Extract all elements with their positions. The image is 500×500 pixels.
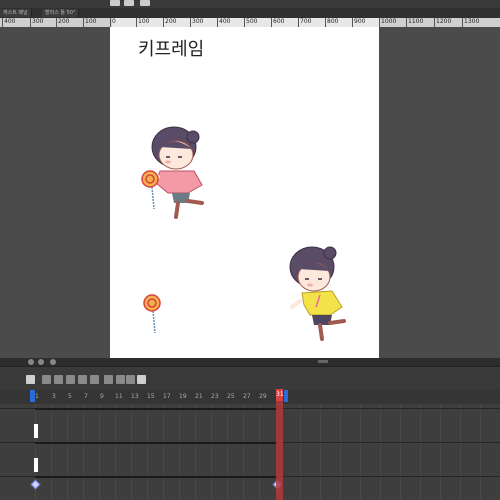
ruler-tick: 100 <box>136 18 150 27</box>
frame-number: 11 <box>115 393 123 400</box>
ruler-tick: 800 <box>325 18 339 27</box>
ruler-tick: 100 <box>83 18 97 27</box>
zoom-in-icon[interactable] <box>38 359 44 365</box>
ruler-tick: 1000 <box>379 18 397 27</box>
interpolation-icon[interactable] <box>116 375 125 384</box>
ruler-tick: 500 <box>244 18 258 27</box>
panel-splitter-handle[interactable] <box>318 360 328 363</box>
character-illustration-1[interactable] <box>148 126 204 219</box>
timeline-frame-header[interactable]: 1 3 5 7 9 11 13 15 17 19 21 23 25 27 29 <box>0 390 500 405</box>
settings-icon[interactable] <box>140 0 150 6</box>
grid-icon[interactable] <box>54 375 63 384</box>
frame-number: 9 <box>100 393 104 400</box>
frame-number: 3 <box>52 393 56 400</box>
frame-view-icon[interactable] <box>42 375 51 384</box>
canvas-status-bar <box>0 358 500 366</box>
frame-number: 23 <box>211 393 219 400</box>
frame-number: 17 <box>163 393 171 400</box>
onion-skin-icon[interactable] <box>66 375 75 384</box>
ruler-tick: 400 <box>217 18 231 27</box>
copy-frame-icon[interactable] <box>90 375 99 384</box>
tab-document[interactable]: 할러스 툴 50° <box>42 9 80 17</box>
character-illustration-2[interactable] <box>289 246 346 341</box>
timeline-tracks[interactable] <box>0 404 500 500</box>
frame-number: 7 <box>84 393 88 400</box>
canvas-artwork <box>141 126 346 341</box>
rotate-icon[interactable] <box>50 359 56 365</box>
track-range <box>35 408 277 410</box>
frame-number: 15 <box>147 393 155 400</box>
ruler-tick: 200 <box>163 18 177 27</box>
lollipop-illustration-2[interactable] <box>143 294 161 334</box>
range-end-marker[interactable] <box>284 390 288 402</box>
ruler-tick: 900 <box>352 18 366 27</box>
keyframe-marker[interactable] <box>34 424 38 438</box>
ruler-tick: 300 <box>30 18 44 27</box>
ruler-tick: 1100 <box>406 18 424 27</box>
keyframe-marker[interactable] <box>34 458 38 472</box>
layer-icon[interactable] <box>78 375 87 384</box>
lollipop-illustration <box>141 170 159 210</box>
zoom-out-icon[interactable] <box>28 359 34 365</box>
ruler-tick: 700 <box>298 18 312 27</box>
ruler-tick: 200 <box>56 18 70 27</box>
playhead[interactable] <box>276 390 283 500</box>
frame-number: 21 <box>195 393 203 400</box>
ruler-tick: 600 <box>271 18 285 27</box>
timeline-toolbar <box>0 366 500 391</box>
frame-number: 25 <box>227 393 235 400</box>
keyframe-edit-icon[interactable] <box>137 375 146 384</box>
app-top-bar <box>0 0 500 8</box>
frame-number: 27 <box>243 393 251 400</box>
menu-icon[interactable] <box>110 0 120 6</box>
keyframe-diamond[interactable] <box>30 479 41 490</box>
timeline-toggle-icon[interactable] <box>26 375 35 384</box>
view-icon[interactable] <box>124 0 134 6</box>
frame-number: 13 <box>131 393 139 400</box>
keyframe-mode-icon[interactable] <box>104 375 113 384</box>
frame-number: 29 <box>259 393 267 400</box>
drawing-canvas[interactable]: 키프레임 <box>110 27 379 358</box>
frame-number: 1 <box>35 393 39 400</box>
track-range <box>35 476 277 478</box>
ruler-tick: 300 <box>190 18 204 27</box>
range-start-marker[interactable] <box>30 390 35 402</box>
add-keyframe-icon[interactable] <box>126 375 135 384</box>
playhead-frame-label[interactable]: 31 <box>276 389 284 401</box>
ruler-tick: 1300 <box>462 18 480 27</box>
ruler-tick: 0 <box>110 18 116 27</box>
tab-cast-panel[interactable]: 캐스트 패널 <box>0 9 32 17</box>
frame-number: 19 <box>179 393 187 400</box>
frame-number: 5 <box>68 393 72 400</box>
ruler-tick: 400 <box>2 18 16 27</box>
ruler-tick: 1200 <box>434 18 452 27</box>
track-range <box>35 442 277 444</box>
